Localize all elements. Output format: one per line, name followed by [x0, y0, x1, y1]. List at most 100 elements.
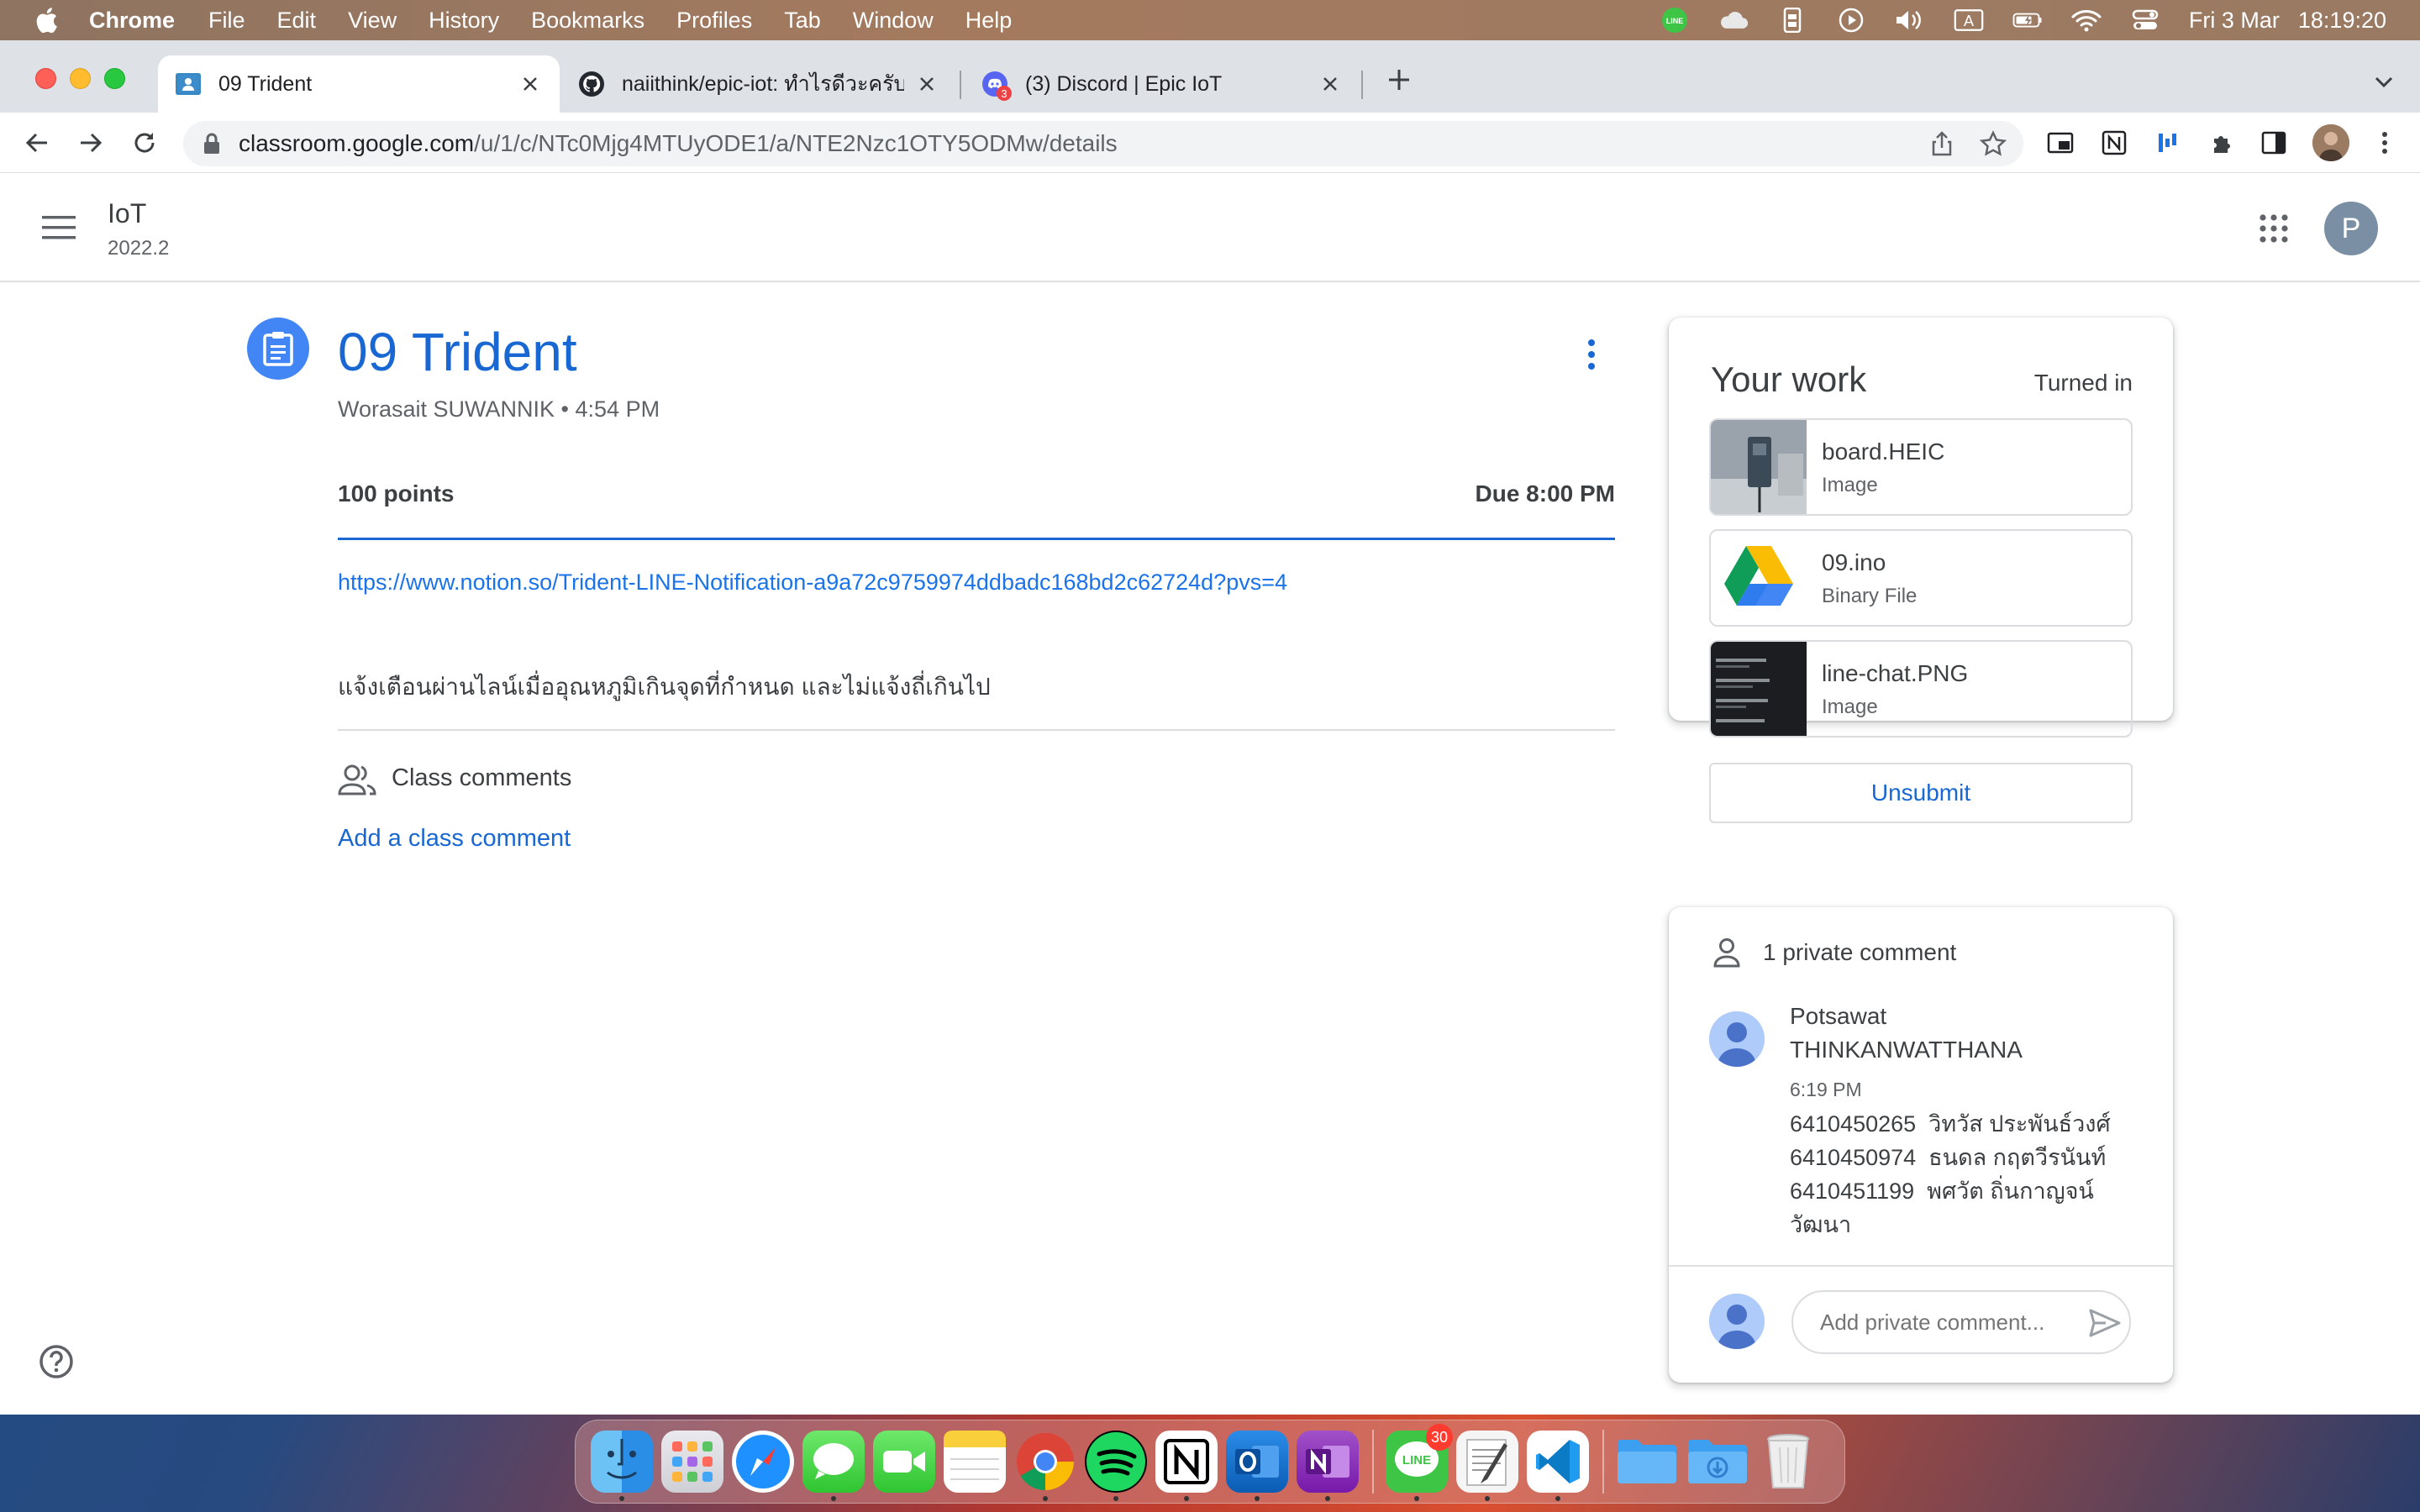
menu-history[interactable]: History: [429, 8, 499, 34]
line-icon[interactable]: LINE: [1660, 8, 1690, 33]
title-divider: [338, 538, 1615, 540]
tab-github[interactable]: naiithink/epic-iot: ทำไรดีวะครับ: [561, 55, 956, 113]
launchpad-icon[interactable]: [661, 1431, 723, 1493]
share-icon[interactable]: [1929, 130, 1954, 157]
send-icon[interactable]: [2089, 1309, 2121, 1337]
more-options-icon[interactable]: [1585, 338, 1598, 371]
clock-time: 18:19:20: [2297, 7, 2386, 33]
close-window-button[interactable]: [35, 68, 56, 89]
tab-strip: 09 Trident naiithink/epic-iot: ทำไรดีวะค…: [0, 40, 2420, 113]
menu-window[interactable]: Window: [853, 8, 934, 34]
dock-separator: [1372, 1430, 1374, 1494]
browser-menu-icon[interactable]: [2370, 128, 2400, 158]
folder-icon[interactable]: [1616, 1431, 1678, 1493]
back-icon[interactable]: [20, 126, 54, 160]
help-icon[interactable]: [39, 1344, 74, 1379]
notion-extension-icon[interactable]: [2099, 128, 2129, 158]
account-avatar[interactable]: P: [2324, 202, 2378, 255]
close-tab-icon[interactable]: [914, 71, 939, 97]
commenter-avatar: [1709, 1011, 1765, 1067]
add-class-comment-link[interactable]: Add a class comment: [338, 825, 571, 853]
assignment-points: 100 points: [338, 480, 455, 507]
line-icon[interactable]: LINE 30: [1386, 1424, 1453, 1501]
notion-icon[interactable]: [1155, 1431, 1218, 1501]
menu-bar: Chrome File Edit View History Bookmarks …: [0, 0, 2420, 40]
bookmark-star-icon[interactable]: [1980, 130, 2007, 157]
running-indicator: [1555, 1496, 1560, 1501]
maximize-window-button[interactable]: [104, 68, 125, 89]
spotify-icon[interactable]: [1085, 1431, 1147, 1501]
battery-phone-icon[interactable]: [1777, 8, 1807, 33]
notification-badge: 30: [1426, 1424, 1453, 1451]
new-tab-icon[interactable]: [1386, 67, 1412, 92]
input-source-icon[interactable]: A: [1954, 8, 1984, 32]
safari-icon[interactable]: [732, 1431, 794, 1493]
tab-discord[interactable]: 3 (3) Discord | Epic IoT: [965, 55, 1360, 113]
assignment-meta: Worasait SUWANNIK • 4:54 PM: [338, 396, 660, 423]
discord-icon: 3: [981, 71, 1012, 101]
file-type: Image: [1822, 696, 1878, 718]
class-name[interactable]: IoT: [108, 198, 146, 229]
private-comment-input[interactable]: [1791, 1290, 2131, 1354]
outlook-icon[interactable]: [1226, 1431, 1288, 1501]
menu-file[interactable]: File: [208, 8, 245, 34]
unsubmit-button[interactable]: Unsubmit: [1709, 763, 2133, 823]
picture-in-picture-icon[interactable]: [2045, 128, 2075, 158]
control-center-icon[interactable]: [2130, 8, 2160, 32]
profile-avatar[interactable]: [2312, 124, 2349, 161]
tab-trident[interactable]: 09 Trident: [158, 55, 560, 113]
menu-app-name[interactable]: Chrome: [89, 8, 175, 34]
your-work-title: Your work: [1711, 360, 1867, 399]
minimize-window-button[interactable]: [70, 68, 91, 89]
side-panel-icon[interactable]: [2259, 128, 2289, 158]
people-icon: [338, 764, 376, 795]
close-tab-icon[interactable]: [1318, 71, 1343, 97]
notes-icon[interactable]: [944, 1431, 1006, 1493]
notion-link[interactable]: https://www.notion.so/Trident-LINE-Notif…: [338, 570, 1287, 596]
clock[interactable]: Fri 3 Mar 18:19:20: [2189, 8, 2386, 34]
attachment-line-chat[interactable]: line-chat.PNG Image: [1709, 640, 2133, 738]
address-bar[interactable]: classroom.google.com/u/1/c/NTc0Mjg4MTUyO…: [183, 121, 2023, 166]
url-path: /u/1/c/NTc0Mjg4MTUyODE1/a/NTE2Nzc1OTY5OD…: [474, 130, 1118, 156]
forward-icon[interactable]: [74, 126, 108, 160]
menu-tab[interactable]: Tab: [784, 8, 821, 34]
messages-icon[interactable]: [802, 1431, 865, 1501]
textedit-icon[interactable]: [1456, 1431, 1518, 1501]
menu-profiles[interactable]: Profiles: [676, 8, 752, 34]
cloud-icon[interactable]: [1718, 8, 1749, 32]
play-icon[interactable]: [1836, 8, 1866, 33]
finder-icon[interactable]: [591, 1431, 653, 1501]
tab-search-chevron-icon[interactable]: [2373, 71, 2395, 92]
running-indicator: [831, 1496, 836, 1501]
wifi-icon[interactable]: [2071, 8, 2102, 32]
running-indicator: [619, 1496, 624, 1501]
your-work-card: Your work Turned in board.HEIC Image 09.…: [1669, 318, 2173, 823]
menu-help[interactable]: Help: [965, 8, 1013, 34]
menu-view[interactable]: View: [348, 8, 397, 34]
close-tab-icon[interactable]: [518, 71, 543, 97]
onenote-icon[interactable]: [1297, 1431, 1359, 1501]
volume-icon[interactable]: [1895, 8, 1925, 32]
board-thumbnail: [1711, 420, 1807, 514]
url-text[interactable]: classroom.google.com/u/1/c/NTc0Mjg4MTUyO…: [239, 130, 1118, 157]
apple-icon[interactable]: [34, 7, 59, 34]
attachment-ino[interactable]: 09.ino Binary File: [1709, 529, 2133, 627]
running-indicator: [1043, 1496, 1048, 1501]
reload-icon[interactable]: [128, 126, 161, 160]
facetime-icon[interactable]: [873, 1431, 935, 1493]
private-comment-divider: [1669, 1265, 2173, 1267]
downloads-icon[interactable]: [1686, 1431, 1749, 1493]
menu-bookmarks[interactable]: Bookmarks: [531, 8, 644, 34]
google-apps-icon[interactable]: [2259, 213, 2289, 244]
hamburger-menu-icon[interactable]: [42, 216, 76, 239]
attachment-board[interactable]: board.HEIC Image: [1709, 418, 2133, 516]
menu-edit[interactable]: Edit: [277, 8, 317, 34]
battery-icon[interactable]: [2012, 8, 2043, 32]
lock-icon[interactable]: [202, 132, 222, 155]
chrome-icon[interactable]: [1014, 1431, 1076, 1501]
running-indicator: [1414, 1496, 1419, 1501]
vscode-icon[interactable]: [1527, 1431, 1589, 1501]
trash-icon[interactable]: [1757, 1431, 1819, 1493]
extensions-puzzle-icon[interactable]: [2207, 128, 2237, 158]
extension-chart-icon[interactable]: [2153, 128, 2183, 158]
